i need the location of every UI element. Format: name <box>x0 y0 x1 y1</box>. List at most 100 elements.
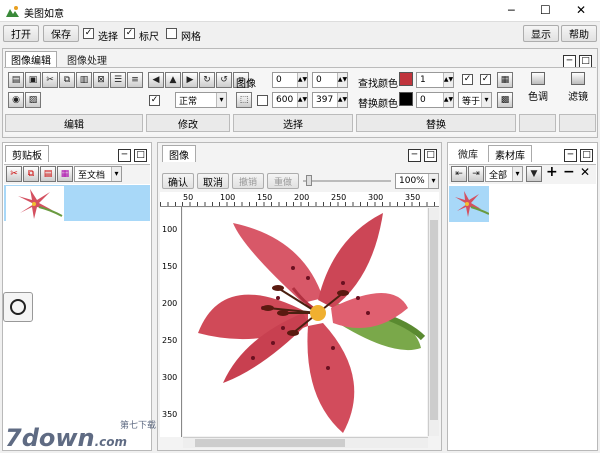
library-down-icon[interactable]: ▼ <box>526 166 542 182</box>
paste-special-icon[interactable]: ▥ <box>76 72 92 88</box>
tone-button[interactable]: 色调 <box>520 72 556 110</box>
menu-icon[interactable]: ≡ <box>127 72 143 88</box>
tab-material-library[interactable]: 素材库 <box>488 145 532 162</box>
group-replace: 替换 <box>356 114 516 132</box>
tab-micro-library[interactable]: 微库 <box>451 145 485 162</box>
to-document-select[interactable]: 至文档 ▾ <box>74 166 122 182</box>
ruler-v-200: 200 <box>162 299 178 308</box>
replace-tolerance-input[interactable]: 0 ▲▼ <box>416 92 454 108</box>
confirm-button[interactable]: 确认 <box>162 173 194 189</box>
width-input[interactable]: 600 ▲▼ <box>272 92 308 108</box>
clipboard-thumbnail[interactable] <box>6 186 64 222</box>
camera-icon[interactable]: ◉ <box>8 92 24 108</box>
grid-checkbox[interactable] <box>166 28 177 39</box>
help-button[interactable]: 帮助 <box>561 25 597 42</box>
library-export-icon[interactable]: ⇥ <box>468 166 484 182</box>
rotate-icon[interactable]: ↻ <box>199 72 215 88</box>
clipboard-minimize-button[interactable]: ─ <box>118 149 131 162</box>
open-button[interactable]: 打开 <box>3 25 39 42</box>
clipboard-paste-icon[interactable]: ▤ <box>40 166 56 182</box>
image-horizontal-scrollbar[interactable] <box>183 437 428 448</box>
ruler-h-150: 150 <box>257 193 273 202</box>
ruler-v-250: 250 <box>162 336 178 345</box>
library-minimize-button[interactable]: ─ <box>564 149 577 162</box>
cancel-button[interactable]: 取消 <box>197 173 229 189</box>
compare-select[interactable]: 等于 ▾ <box>458 92 492 108</box>
tab-image-edit[interactable]: 图像编辑 <box>5 51 57 67</box>
library-import-icon[interactable]: ⇤ <box>451 166 467 182</box>
replace-apply-icon[interactable]: ▦ <box>497 72 513 88</box>
filter-icon <box>571 72 585 85</box>
save-button[interactable]: 保存 <box>43 25 79 42</box>
library-close-icon[interactable]: ✕ <box>580 165 590 179</box>
ruler-h-350: 350 <box>405 193 421 202</box>
picture-icon[interactable]: ▨ <box>25 92 41 108</box>
tone-icon <box>531 72 545 85</box>
clipboard-restore-button[interactable]: □ <box>134 149 147 162</box>
mode-select[interactable]: 正常 ▾ <box>175 92 227 108</box>
list-icon[interactable]: ☰ <box>110 72 126 88</box>
copy-image-icon[interactable]: ▣ <box>25 72 41 88</box>
redo-button[interactable]: 重做 <box>267 173 299 189</box>
show-button[interactable]: 显示 <box>523 25 559 42</box>
zoom-slider-thumb[interactable] <box>306 175 312 186</box>
clipboard-cut-icon[interactable]: ✂ <box>6 166 22 182</box>
ruler-label: 标尺 <box>139 32 159 43</box>
rotate-back-icon[interactable]: ↺ <box>216 72 232 88</box>
zoom-slider-track[interactable] <box>303 180 391 182</box>
round-tool-button[interactable] <box>3 292 33 322</box>
image-restore-button[interactable]: □ <box>424 149 437 162</box>
selection-icon[interactable]: ⬚ <box>236 92 252 108</box>
clipboard-copy-icon[interactable]: ⧉ <box>23 166 39 182</box>
color-grid-icon[interactable]: ▩ <box>497 92 513 108</box>
select-checkbox[interactable]: ✓ <box>83 28 94 39</box>
flip-right-icon[interactable]: ▶ <box>182 72 198 88</box>
tab-image[interactable]: 图像 <box>162 145 196 162</box>
copy-icon[interactable]: ⧉ <box>59 72 75 88</box>
cut-icon[interactable]: ✂ <box>42 72 58 88</box>
zoom-select[interactable]: 100% ▾ <box>395 173 439 189</box>
library-filter-select[interactable]: 全部 ▾ <box>485 166 523 182</box>
flip-left-icon[interactable]: ◀ <box>148 72 164 88</box>
paste-icon[interactable]: ▤ <box>8 72 24 88</box>
x-input[interactable]: 0 ▲▼ <box>272 72 308 88</box>
clipboard-grid-icon[interactable]: ▦ <box>57 166 73 182</box>
library-item-selected[interactable] <box>449 186 490 222</box>
find-check-2[interactable]: ✓ <box>480 74 491 85</box>
group-replace-label: 替换 <box>426 119 446 131</box>
find-color-swatch[interactable] <box>399 72 413 86</box>
tab-clipboard[interactable]: 剪贴板 <box>5 145 49 162</box>
close-button[interactable]: ✕ <box>576 3 586 17</box>
group-edit-label: 编辑 <box>64 119 84 131</box>
minimize-button[interactable]: ─ <box>508 4 515 17</box>
watermark-text: 7down <box>5 424 95 452</box>
y-input[interactable]: 0 ▲▼ <box>312 72 348 88</box>
clear-icon[interactable]: ⊠ <box>93 72 109 88</box>
modify-checkbox[interactable]: ✓ <box>149 95 160 106</box>
ruler-h-300: 300 <box>368 193 384 202</box>
group-select: 选择 <box>233 114 353 132</box>
tab-image-process[interactable]: 图像处理 <box>60 51 114 67</box>
find-tolerance-input[interactable]: 1 ▲▼ <box>416 72 454 88</box>
library-add-icon[interactable]: + <box>546 164 558 180</box>
replace-color-label: 替换颜色 <box>358 99 398 110</box>
height-input[interactable]: 397 ▲▼ <box>312 92 348 108</box>
group-edit: 编辑 <box>5 114 143 132</box>
vertical-scrollbar-thumb[interactable] <box>430 220 438 420</box>
horizontal-scrollbar-thumb[interactable] <box>195 439 345 447</box>
find-check-1[interactable]: ✓ <box>462 74 473 85</box>
tone-label: 色调 <box>528 92 548 103</box>
image-canvas[interactable] <box>183 208 427 436</box>
selection-checkbox[interactable] <box>257 95 268 106</box>
library-remove-icon[interactable]: − <box>563 164 575 180</box>
image-vertical-scrollbar[interactable] <box>428 208 439 436</box>
replace-color-swatch[interactable] <box>399 92 413 106</box>
image-minimize-button[interactable]: ─ <box>408 149 421 162</box>
undo-button[interactable]: 撤销 <box>232 173 264 189</box>
library-restore-button[interactable]: □ <box>580 149 593 162</box>
maximize-button[interactable]: ☐ <box>540 3 551 17</box>
filter-button[interactable]: 滤镜 <box>560 72 596 110</box>
flip-icon[interactable]: ▲ <box>165 72 181 88</box>
ruler-checkbox[interactable]: ✓ <box>124 28 135 39</box>
ruler-h-250: 250 <box>331 193 347 202</box>
